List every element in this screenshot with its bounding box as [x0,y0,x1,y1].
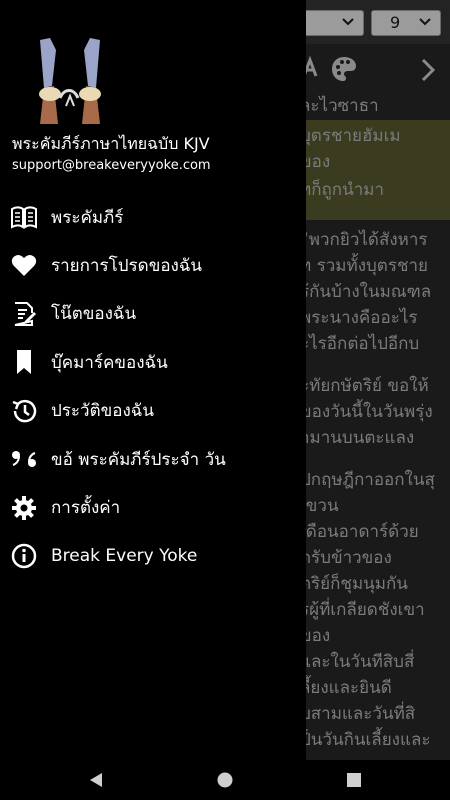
menu-item-label: บุ๊คมาร์คของฉัน [51,352,168,373]
menu-item-label: โน๊ตของฉัน [51,304,137,325]
back-icon [90,773,102,787]
verse-line: บุตรชายฮัมเม [300,126,401,146]
quote-icon [10,445,38,473]
gear-icon [10,494,38,522]
verse-line: ทก็ถูกนำมา [300,180,385,200]
home-button[interactable] [213,768,237,792]
history-icon [10,397,38,425]
verse-line: ของวันนี้ในวันพรุ่ง [300,402,433,422]
menu-item-label: Break Every Yoke [51,545,198,566]
recents-button[interactable] [342,768,366,792]
drawer-menu: พระคัมภีร์ รายการโปรดของฉัน โน๊ตของฉัน บ… [0,193,306,580]
recents-icon [347,773,361,787]
verse-line: ป็นวันกินเลี้ยงและ [300,730,431,750]
verse-line: ร้กันบ้างในมณฑล [300,282,432,302]
menu-item-bookmarks[interactable]: บุ๊คมาร์คของฉัน [0,338,306,386]
palette-icon[interactable] [330,55,358,83]
verse-line: เดือนอาดาร์ด้วย [300,522,419,542]
menu-item-bible[interactable]: พระคัมภีร์ [0,193,306,241]
chevron-down-icon [342,18,354,26]
app-title: พระคัมภีร์ภาษาไทยฉบับ KJV [12,134,210,153]
verse-line: รผู้ที่เกลียดชังเขา [300,600,425,620]
verse-line: ปกฤษฎีกาออกในสุ [300,470,435,490]
menu-item-settings[interactable]: การตั้งค่า [0,483,306,531]
verse-line: ท รวมทั้งบุตรชาย [300,256,429,276]
verse-line: ะไรอีกต่อไปอีกบ [300,334,420,354]
menu-item-about[interactable]: Break Every Yoke [0,532,306,580]
navigation-drawer: พระคัมภีร์ภาษาไทยฉบับ KJV support@breake… [0,0,306,760]
verse-line: ะทัยกษัตริย์ ขอให้ [300,376,429,396]
info-icon [10,542,38,570]
verse-line: “พวกยิวได้สังหาร [300,230,428,250]
chevron-right-icon[interactable] [418,58,438,82]
menu-item-label: รายการโปรดของฉัน [51,256,203,277]
menu-item-notes[interactable]: โน๊ตของฉัน [0,290,306,338]
home-icon [217,772,233,788]
heart-icon [10,252,38,280]
verse-line: ดรับข้าวของ [300,548,392,568]
menu-item-label: ประวัติของฉัน [51,401,154,422]
menu-item-label: การตั้งค่า [51,498,121,519]
verse-line: พระนางคืออะไร [300,308,418,328]
verse-line: บสามและวันที่สิ [300,704,416,724]
chevron-down-icon [419,18,431,26]
verse-line: ละไวซาธา [300,96,379,116]
note-icon [10,300,38,328]
app-logo [26,36,114,124]
menu-item-favorites[interactable]: รายการโปรดของฉัน [0,241,306,289]
back-button[interactable] [84,768,108,792]
system-navigation-bar [0,760,450,800]
menu-item-label: พระคัมภีร์ [51,207,124,228]
book-icon [10,203,38,231]
verse-line: ลี้ยงและยินดี [300,678,392,698]
menu-item-daily-verse[interactable]: ขอ้ พระคัมภีร์ประจำ วัน [0,435,306,483]
verse-line: ามานบนตะแลง [300,428,415,448]
verse-line: และในวันทีสิบสี่ [300,652,415,672]
verse-line: ตริย์ก็ชุมนุมกัน [300,574,408,594]
menu-item-label: ขอ้ พระคัมภีร์ประจำ วัน [51,449,226,470]
menu-item-history[interactable]: ประวัติของฉัน [0,387,306,435]
chapter-select[interactable]: 9 [371,10,441,36]
support-email[interactable]: support@breakeveryyoke.com [12,158,211,173]
bookmark-icon [10,348,38,376]
